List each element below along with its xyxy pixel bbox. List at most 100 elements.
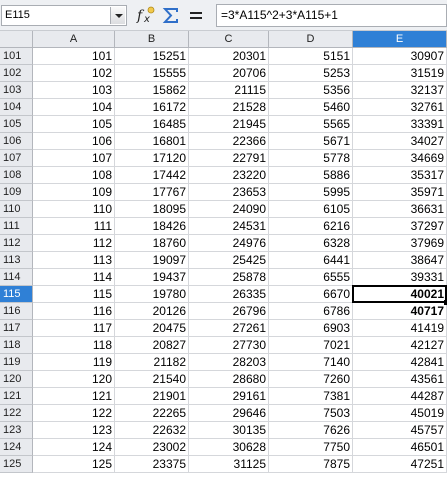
cell-a104[interactable]: 104 <box>33 99 115 116</box>
cell-d118[interactable]: 7021 <box>269 337 353 354</box>
cell-a110[interactable]: 110 <box>33 201 115 218</box>
cell-b123[interactable]: 22632 <box>115 422 189 439</box>
row-header[interactable]: 118 <box>0 337 33 354</box>
cell-a124[interactable]: 124 <box>33 439 115 456</box>
cell-a114[interactable]: 114 <box>33 269 115 286</box>
cell-d116[interactable]: 6786 <box>269 303 353 320</box>
cell-c105[interactable]: 21945 <box>189 116 269 133</box>
cell-e105[interactable]: 33391 <box>353 116 447 133</box>
cell-b112[interactable]: 18760 <box>115 235 189 252</box>
cell-b102[interactable]: 15555 <box>115 65 189 82</box>
row-header[interactable]: 103 <box>0 82 33 99</box>
cell-a115[interactable]: 115 <box>33 286 115 303</box>
cell-c111[interactable]: 24531 <box>189 218 269 235</box>
function-wizard-icon[interactable]: f x <box>136 5 156 26</box>
cell-e121[interactable]: 44287 <box>353 388 447 405</box>
cell-b116[interactable]: 20126 <box>115 303 189 320</box>
row-header[interactable]: 102 <box>0 65 33 82</box>
column-header-d[interactable]: D <box>269 31 353 48</box>
cell-e114[interactable]: 39331 <box>353 269 447 286</box>
cell-e125[interactable]: 47251 <box>353 456 447 473</box>
select-all-corner[interactable] <box>0 31 33 48</box>
cell-d107[interactable]: 5778 <box>269 150 353 167</box>
cell-b101[interactable]: 15251 <box>115 48 189 65</box>
cell-a109[interactable]: 109 <box>33 184 115 201</box>
cell-d104[interactable]: 5460 <box>269 99 353 116</box>
cell-a112[interactable]: 112 <box>33 235 115 252</box>
cell-b121[interactable]: 21901 <box>115 388 189 405</box>
row-header[interactable]: 105 <box>0 116 33 133</box>
row-header[interactable]: 109 <box>0 184 33 201</box>
cell-d101[interactable]: 5151 <box>269 48 353 65</box>
cell-a105[interactable]: 105 <box>33 116 115 133</box>
cell-e113[interactable]: 38647 <box>353 252 447 269</box>
cell-d119[interactable]: 7140 <box>269 354 353 371</box>
cell-b120[interactable]: 21540 <box>115 371 189 388</box>
cell-a101[interactable]: 101 <box>33 48 115 65</box>
cell-e111[interactable]: 37297 <box>353 218 447 235</box>
cell-a117[interactable]: 117 <box>33 320 115 337</box>
cell-c108[interactable]: 23220 <box>189 167 269 184</box>
cell-c112[interactable]: 24976 <box>189 235 269 252</box>
cell-b109[interactable]: 17767 <box>115 184 189 201</box>
cell-b122[interactable]: 22265 <box>115 405 189 422</box>
cell-e120[interactable]: 43561 <box>353 371 447 388</box>
row-header[interactable]: 117 <box>0 320 33 337</box>
cell-c116[interactable]: 26796 <box>189 303 269 320</box>
cell-c121[interactable]: 29161 <box>189 388 269 405</box>
cell-c118[interactable]: 27730 <box>189 337 269 354</box>
formula-input[interactable]: =3*A115^2+3*A115+1 <box>216 4 447 27</box>
cell-b113[interactable]: 19097 <box>115 252 189 269</box>
column-header-a[interactable]: A <box>33 31 115 48</box>
cell-d106[interactable]: 5671 <box>269 133 353 150</box>
cell-e110[interactable]: 36631 <box>353 201 447 218</box>
cell-b115[interactable]: 19780 <box>115 286 189 303</box>
cell-c114[interactable]: 25878 <box>189 269 269 286</box>
cell-a125[interactable]: 125 <box>33 456 115 473</box>
cell-a102[interactable]: 102 <box>33 65 115 82</box>
name-box-value[interactable]: E115 <box>5 9 30 21</box>
cell-c113[interactable]: 25425 <box>189 252 269 269</box>
cell-c120[interactable]: 28680 <box>189 371 269 388</box>
cell-d120[interactable]: 7260 <box>269 371 353 388</box>
cell-d103[interactable]: 5356 <box>269 82 353 99</box>
cell-b106[interactable]: 16801 <box>115 133 189 150</box>
cell-e109[interactable]: 35971 <box>353 184 447 201</box>
cell-c115[interactable]: 26335 <box>189 286 269 303</box>
cell-c110[interactable]: 24090 <box>189 201 269 218</box>
cell-c109[interactable]: 23653 <box>189 184 269 201</box>
cell-b108[interactable]: 17442 <box>115 167 189 184</box>
cell-e108[interactable]: 35317 <box>353 167 447 184</box>
cell-e116[interactable]: 40717 <box>353 303 447 320</box>
cell-a107[interactable]: 107 <box>33 150 115 167</box>
cell-c106[interactable]: 22366 <box>189 133 269 150</box>
cell-d123[interactable]: 7626 <box>269 422 353 439</box>
cell-e112[interactable]: 37969 <box>353 235 447 252</box>
row-header[interactable]: 123 <box>0 422 33 439</box>
cell-e118[interactable]: 42127 <box>353 337 447 354</box>
cell-a103[interactable]: 103 <box>33 82 115 99</box>
cell-a119[interactable]: 119 <box>33 354 115 371</box>
cell-e115[interactable]: 40021 <box>353 286 447 303</box>
cell-b111[interactable]: 18426 <box>115 218 189 235</box>
cell-d125[interactable]: 7875 <box>269 456 353 473</box>
cell-d112[interactable]: 6328 <box>269 235 353 252</box>
row-header[interactable]: 119 <box>0 354 33 371</box>
cell-b118[interactable]: 20827 <box>115 337 189 354</box>
cell-c107[interactable]: 22791 <box>189 150 269 167</box>
cell-c123[interactable]: 30135 <box>189 422 269 439</box>
column-header-e[interactable]: E <box>353 31 447 48</box>
column-header-c[interactable]: C <box>189 31 269 48</box>
cell-c101[interactable]: 20301 <box>189 48 269 65</box>
cell-c125[interactable]: 31125 <box>189 456 269 473</box>
row-header[interactable]: 104 <box>0 99 33 116</box>
cell-c104[interactable]: 21528 <box>189 99 269 116</box>
cell-c124[interactable]: 30628 <box>189 439 269 456</box>
cell-c102[interactable]: 20706 <box>189 65 269 82</box>
cell-e107[interactable]: 34669 <box>353 150 447 167</box>
cell-e117[interactable]: 41419 <box>353 320 447 337</box>
row-header[interactable]: 110 <box>0 201 33 218</box>
cell-b110[interactable]: 18095 <box>115 201 189 218</box>
row-header[interactable]: 112 <box>0 235 33 252</box>
cell-a116[interactable]: 116 <box>33 303 115 320</box>
